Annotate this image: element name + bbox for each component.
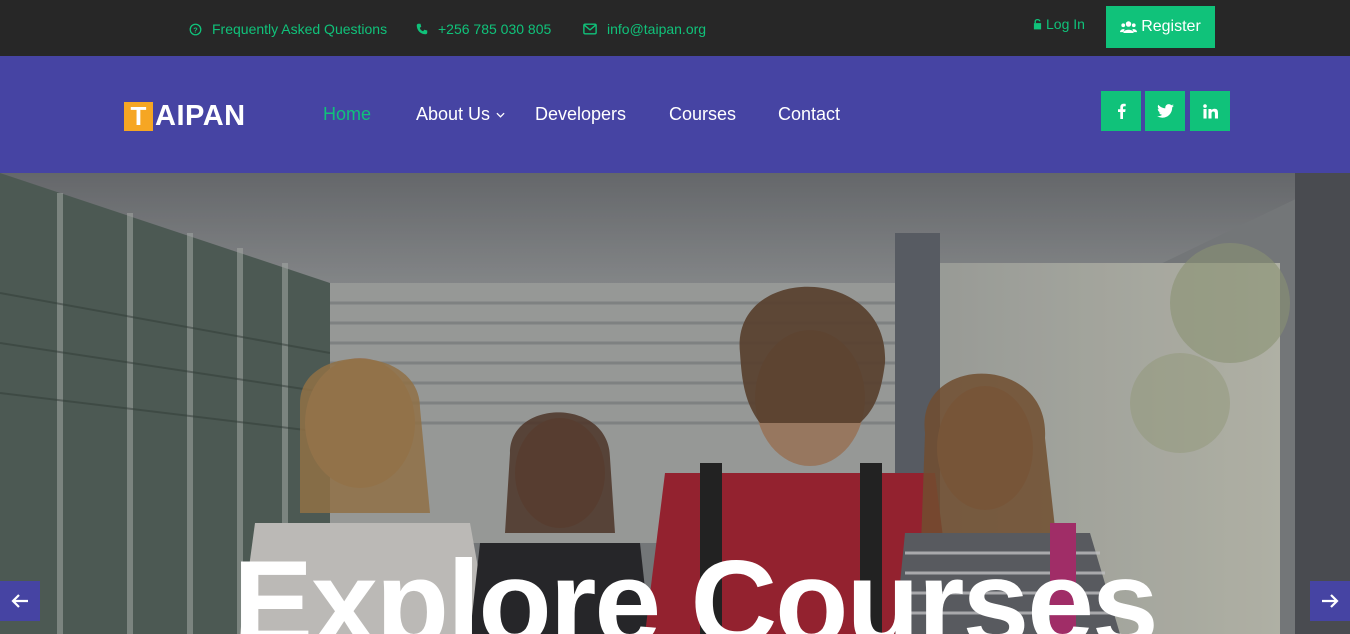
logo-initial: T <box>124 101 153 131</box>
phone-number: +256 785 030 805 <box>438 21 552 37</box>
email-address: info@taipan.org <box>607 21 707 37</box>
hero-slider: Explore Courses <box>0 173 1350 634</box>
envelope-icon <box>583 23 597 35</box>
nav-courses-label: Courses <box>669 104 737 124</box>
nav-contact-label: Contact <box>778 104 841 124</box>
nav-about-us-label: About Us <box>416 104 491 124</box>
main-navbar: T AIPAN Home About Us Developers Courses… <box>0 56 1350 173</box>
users-icon <box>1120 21 1138 33</box>
lock-icon <box>1033 18 1042 30</box>
arrow-left-icon <box>11 594 28 608</box>
email-link[interactable]: info@taipan.org <box>583 19 706 39</box>
facebook-button[interactable] <box>1101 91 1141 131</box>
nav-home-label: Home <box>323 104 372 124</box>
faq-label: Frequently Asked Questions <box>212 21 388 37</box>
linkedin-icon <box>1202 103 1218 119</box>
facebook-icon <box>1117 103 1126 119</box>
slider-prev-button[interactable] <box>0 581 40 621</box>
nav-about-us[interactable]: About Us <box>416 104 505 125</box>
nav-developers[interactable]: Developers <box>535 104 626 125</box>
nav-home[interactable]: Home <box>323 104 371 125</box>
register-label: Register <box>1141 18 1201 35</box>
chevron-down-icon <box>496 112 505 118</box>
svg-text:?: ? <box>193 25 198 34</box>
register-button[interactable]: Register <box>1106 6 1215 48</box>
faq-link[interactable]: ? Frequently Asked Questions <box>189 19 387 39</box>
slider-next-button[interactable] <box>1310 581 1350 621</box>
logo-wordmark: AIPAN <box>155 99 246 132</box>
nav-developers-label: Developers <box>535 104 627 124</box>
login-label: Log In <box>1046 16 1085 32</box>
arrow-right-icon <box>1322 594 1339 608</box>
hero-title: Explore Courses <box>233 536 1159 634</box>
phone-icon <box>416 23 428 35</box>
nav-courses[interactable]: Courses <box>669 104 736 125</box>
site-logo[interactable]: T AIPAN <box>124 100 246 132</box>
login-link[interactable]: Log In <box>1033 16 1085 32</box>
question-circle-icon: ? <box>189 23 202 35</box>
twitter-icon <box>1156 104 1174 118</box>
twitter-button[interactable] <box>1145 91 1185 131</box>
nav-contact[interactable]: Contact <box>778 104 840 125</box>
linkedin-button[interactable] <box>1190 91 1230 131</box>
top-bar: ? Frequently Asked Questions +256 785 03… <box>0 0 1350 56</box>
phone-link[interactable]: +256 785 030 805 <box>416 19 551 39</box>
